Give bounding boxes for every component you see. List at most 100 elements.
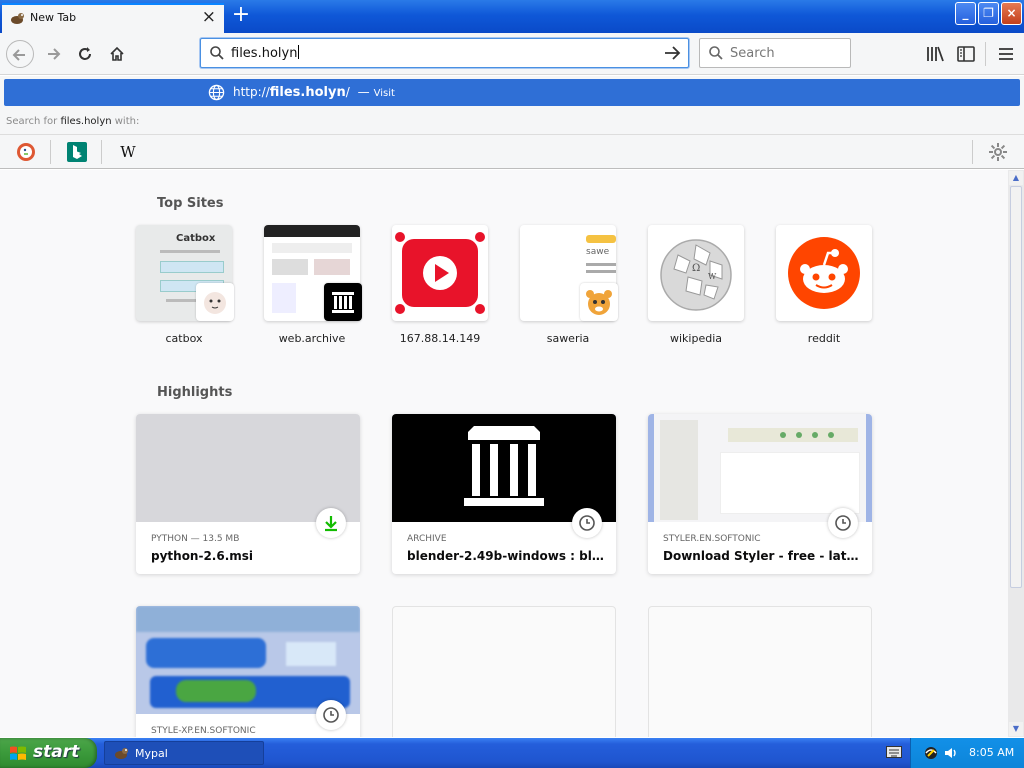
home-button[interactable]	[103, 40, 131, 68]
top-site-label: catbox	[165, 332, 203, 345]
suggestion-dash: —	[357, 85, 370, 99]
highlight-card[interactable]: STYLE-XP.EN.SOFTONIC	[136, 606, 360, 737]
reddit-thumbnail	[776, 225, 872, 321]
highlight-meta: STYLER.EN.SOFTONIC	[663, 534, 761, 544]
library-icon[interactable]	[924, 43, 946, 65]
new-tab-page: Top Sites Catbox catbox web.archive 167.…	[0, 170, 1008, 737]
close-window-button[interactable]: ×	[1001, 2, 1022, 25]
wikipedia-globe-icon: Ω W	[660, 239, 732, 311]
top-site-catbox[interactable]: Catbox catbox	[136, 225, 234, 345]
network-icon[interactable]	[923, 745, 939, 761]
suggestion-url-prefix: http://	[233, 85, 270, 99]
engine-separator	[101, 140, 102, 164]
gear-icon[interactable]	[988, 142, 1008, 162]
engine-separator	[972, 140, 973, 164]
search-bar[interactable]: Search	[699, 38, 851, 68]
reload-button[interactable]	[71, 40, 99, 68]
top-site-ip[interactable]: 167.88.14.149	[392, 225, 488, 345]
vertical-scrollbar[interactable]: ▲ ▼	[1008, 170, 1024, 737]
url-input[interactable]: files.holyn	[231, 45, 300, 61]
top-site-web-archive[interactable]: web.archive	[264, 225, 362, 345]
system-tray: 8:05 AM	[910, 738, 1024, 768]
forward-arrow-icon	[48, 48, 61, 60]
keyboard-icon[interactable]	[886, 746, 902, 758]
tab-new-tab[interactable]: New Tab ×	[2, 3, 224, 33]
search-icon	[709, 46, 723, 60]
play-icon	[395, 232, 485, 314]
clock-icon[interactable]	[316, 700, 346, 730]
highlight-meta: PYTHON — 13.5 MB	[151, 534, 240, 544]
back-button[interactable]	[6, 40, 34, 68]
url-bar[interactable]: files.holyn	[200, 38, 689, 68]
highlight-thumbnail	[392, 414, 616, 522]
restore-button[interactable]: ❐	[978, 2, 999, 25]
top-site-label: web.archive	[278, 332, 346, 345]
archive-favicon	[324, 283, 362, 321]
bing-icon[interactable]	[67, 142, 87, 162]
highlights-heading: Highlights	[157, 385, 233, 400]
highlight-placeholder	[648, 606, 872, 737]
top-site-label: wikipedia	[669, 332, 722, 345]
search-for-label: Search for files.holyn with:	[6, 116, 140, 127]
new-tab-button[interactable]: +	[230, 3, 252, 29]
svg-text:Ω: Ω	[692, 263, 700, 274]
duckduckgo-icon[interactable]	[16, 142, 36, 162]
top-site-label: 167.88.14.149	[399, 332, 481, 345]
top-site-wikipedia[interactable]: Ω W wikipedia	[648, 225, 744, 345]
globe-icon	[208, 84, 225, 101]
tab-title: New Tab	[30, 11, 77, 24]
clock-icon[interactable]	[572, 508, 602, 538]
search-placeholder: Search	[730, 46, 775, 61]
start-label: start	[33, 742, 80, 762]
highlight-card[interactable]: PYTHON — 13.5 MB python-2.6.msi	[136, 414, 360, 574]
engine-separator	[50, 140, 51, 164]
one-off-search-engines: W	[0, 134, 1024, 168]
wikipedia-icon[interactable]: W	[118, 142, 138, 162]
app-icon	[11, 13, 24, 24]
highlight-card[interactable]: ARCHIVE blender-2.49b-windows : blende…	[392, 414, 616, 574]
highlight-thumbnail	[136, 414, 360, 522]
suggestion-action: Visit	[373, 88, 395, 99]
reload-icon	[79, 47, 91, 60]
mypal-app-icon	[115, 748, 128, 759]
search-icon	[210, 46, 224, 60]
start-button[interactable]: start	[0, 738, 97, 768]
taskbar-item-label: Mypal	[135, 747, 168, 760]
forward-button[interactable]	[39, 40, 67, 68]
windows-logo-icon	[10, 746, 26, 760]
window-controls: _ ❐ ×	[955, 2, 1022, 25]
minimize-button[interactable]: _	[955, 2, 976, 25]
highlight-thumbnail	[136, 606, 360, 714]
top-site-reddit[interactable]: reddit	[776, 225, 872, 345]
svg-text:W: W	[708, 272, 717, 281]
suggestion-text: http://files.holyn/ — Visit	[233, 85, 395, 100]
url-autocomplete-popup: http://files.holyn/ — Visit Search for fi…	[0, 76, 1024, 169]
saweria-favicon	[580, 283, 618, 321]
clock-icon[interactable]	[828, 508, 858, 538]
taskbar-item-mypal[interactable]: Mypal	[104, 741, 264, 765]
volume-icon[interactable]	[943, 745, 959, 761]
top-site-label: reddit	[807, 332, 841, 345]
archive-logo-icon	[464, 426, 544, 506]
clock-time: 8:05 AM	[969, 746, 1015, 759]
windows-taskbar: start Mypal 8:05 AM	[0, 738, 1024, 768]
suggestion-visit-row[interactable]: http://files.holyn/ — Visit	[4, 79, 1020, 106]
highlight-placeholder	[392, 606, 616, 737]
video-site-thumbnail	[392, 225, 488, 321]
scroll-down-arrow-icon[interactable]: ▼	[1009, 722, 1023, 736]
download-icon[interactable]	[316, 508, 346, 538]
highlight-title: python-2.6.msi	[151, 549, 254, 563]
highlight-card[interactable]: STYLER.EN.SOFTONIC Download Styler - fre…	[648, 414, 872, 574]
hamburger-menu-icon[interactable]	[995, 43, 1017, 65]
top-site-saweria[interactable]: sawe saweria	[520, 225, 618, 345]
scrollbar-thumb[interactable]	[1010, 186, 1022, 588]
sidebar-toggle-icon[interactable]	[955, 43, 977, 65]
highlight-meta: ARCHIVE	[407, 534, 447, 544]
highlight-title: blender-2.49b-windows : blende…	[407, 549, 607, 563]
tab-close-icon[interactable]: ×	[202, 7, 216, 27]
highlight-thumbnail	[648, 414, 872, 522]
go-arrow-icon[interactable]	[662, 43, 682, 63]
scroll-up-arrow-icon[interactable]: ▲	[1009, 171, 1023, 185]
suggestion-url-suffix: /	[345, 85, 350, 99]
wikipedia-thumbnail: Ω W	[648, 225, 744, 321]
